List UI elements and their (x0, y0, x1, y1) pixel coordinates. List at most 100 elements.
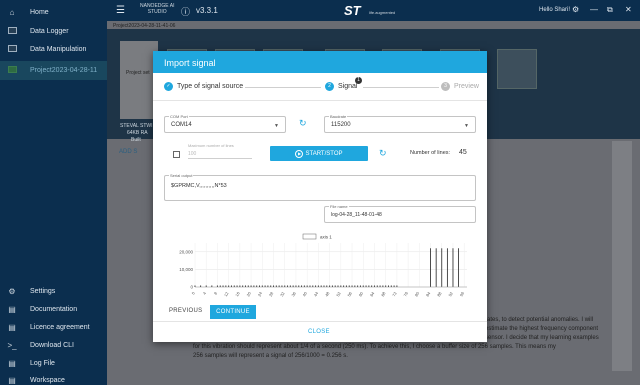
step-connector (363, 87, 439, 88)
settings-icon: ⚙ (8, 287, 16, 296)
step-card[interactable] (497, 49, 537, 89)
sidebar-item-documentation[interactable]: ▤ Documentation (0, 301, 107, 318)
com-port-select[interactable]: COM Port COM14 ▼ (164, 114, 286, 133)
x-tick-label: 28 (268, 290, 275, 297)
divider (153, 100, 487, 101)
x-tick-label: 48 (324, 290, 331, 297)
y-tick-label: 0 (190, 285, 193, 290)
sidebar-item-label: Workspace (30, 377, 65, 384)
number-of-lines-value: 45 (459, 149, 467, 156)
st-tagline: life.augmented (369, 10, 396, 15)
x-tick-label: 96 (459, 290, 466, 297)
background-text: rates, to detect potential anomalies. I … (485, 317, 599, 341)
restore-icon[interactable]: ⧉ (607, 5, 613, 15)
project-icon (5, 66, 19, 75)
x-tick-label: 92 (447, 290, 454, 297)
home-icon: ⌂ (9, 8, 15, 17)
terminal-icon: >_ (7, 341, 17, 350)
user-greeting: Hello Shari! (539, 7, 571, 13)
sidebar-item-home[interactable]: ⌂ Home (0, 4, 107, 21)
play-icon: ▶ (295, 149, 304, 158)
x-tick-label: 72 (391, 290, 398, 297)
app-version: v3.3.1 (196, 6, 218, 15)
x-tick-label: 8 (213, 290, 219, 295)
x-tick-label: 4 (202, 290, 208, 295)
baudrate-select[interactable]: Baudrate 115200 ▼ (324, 114, 476, 133)
max-lines-input[interactable]: Maximum number of lines 100 (188, 143, 252, 159)
x-tick-label: 60 (358, 290, 365, 297)
data-logger-icon (5, 27, 19, 36)
minimize-icon[interactable]: — (590, 5, 598, 14)
file-name-input[interactable]: File name log-04-28_11-48-01-48 (324, 204, 476, 223)
documentation-icon: ▤ (8, 305, 16, 314)
step-signal[interactable]: 2 Signal (325, 82, 357, 91)
sidebar-item-label: Licence agreement (30, 324, 90, 331)
x-tick-label: 56 (346, 290, 353, 297)
x-tick-label: 80 (414, 290, 421, 297)
top-bar: ☰ NANOEDGE AI STUDIO ⓘ v3.3.1 ST life.au… (107, 0, 640, 21)
step-type-of-signal-source[interactable]: ✓ Type of signal source (164, 82, 243, 91)
sidebar-item-log-file[interactable]: ▤ Log File (0, 355, 107, 372)
number-of-lines-label: Number of lines: (410, 150, 451, 156)
x-tick-label: 76 (402, 290, 409, 297)
sidebar-item-label: Data Manipulation (30, 46, 87, 53)
x-tick-label: 44 (313, 290, 320, 297)
st-logo: ST (344, 3, 361, 18)
x-tick-label: 16 (234, 290, 241, 297)
step-connector (245, 87, 321, 88)
dialog-title: Import signal (153, 51, 487, 73)
x-tick-label: 40 (301, 290, 308, 297)
sidebar-item-label: Download CLI (30, 342, 74, 349)
continue-button[interactable]: CONTINUE (210, 305, 256, 319)
sidebar-item-project[interactable]: Project2023-04-28-11 (0, 61, 107, 80)
x-tick-label: 64 (369, 290, 376, 297)
start-stop-button[interactable]: ▶ START/STOP (270, 146, 368, 161)
serial-output-field[interactable]: Serial output $GPRMC,V,,,,,,,,,,N*53 (164, 173, 476, 201)
x-tick-label: 24 (257, 290, 264, 297)
x-tick-label: 88 (436, 290, 443, 297)
sidebar-item-data-manipulation[interactable]: Data Manipulation (0, 41, 107, 58)
y-tick-label: 20,000 (179, 249, 193, 254)
sidebar-item-data-logger[interactable]: Data Logger (0, 23, 107, 40)
workspace-icon: ▤ (8, 376, 16, 385)
sidebar-item-label: Project2023-04-28-11 (30, 67, 98, 74)
x-tick-label: 68 (380, 290, 387, 297)
app-logo: NANOEDGE AI STUDIO (140, 3, 175, 15)
info-icon[interactable]: ⓘ (181, 5, 190, 18)
sidebar-item-label: Documentation (30, 306, 78, 313)
x-tick-label: 32 (279, 290, 286, 297)
close-button[interactable]: CLOSE (308, 329, 330, 335)
check-icon: ✓ (164, 82, 173, 91)
step-badge: 1 (355, 77, 362, 84)
log-file-icon: ▤ (8, 359, 16, 368)
refresh-icon[interactable]: ↻ (379, 148, 387, 159)
step-preview[interactable]: 3 Preview (441, 82, 479, 91)
user-settings-icon[interactable]: ⚙ (572, 5, 579, 14)
legend-swatch (302, 233, 317, 240)
close-icon[interactable]: ✕ (625, 5, 632, 14)
signal-chart: axis 120,00010,00000 4 8 12 16 20 24 28 32 36 40 44… (179, 233, 467, 297)
licence-icon: ▤ (8, 323, 16, 332)
sidebar-item-licence[interactable]: ▤ Licence agreement (0, 319, 107, 336)
sidebar-item-download-cli[interactable]: >_ Download CLI (0, 337, 107, 354)
y-tick-label: 10,000 (179, 267, 193, 272)
previous-button[interactable]: PREVIOUS (169, 308, 202, 314)
sidebar-item-label: Settings (30, 288, 56, 295)
x-tick-label: 84 (425, 290, 432, 297)
refresh-ports-icon[interactable]: ↻ (299, 118, 307, 129)
sidebar-item-label: Data Logger (30, 28, 69, 35)
hamburger-menu-icon[interactable]: ☰ (116, 5, 125, 16)
dropdown-arrow-icon: ▼ (274, 123, 279, 129)
sidebar-item-label: Log File (30, 360, 55, 367)
add-signal-button[interactable]: ADD S (119, 149, 137, 155)
sidebar-item-settings[interactable]: ⚙ Settings (0, 283, 107, 300)
sidebar-item-label: Home (30, 9, 49, 16)
data-manipulation-icon (5, 45, 19, 54)
sidebar-item-workspace[interactable]: ▤ Workspace (0, 372, 107, 385)
dropdown-arrow-icon: ▼ (464, 123, 469, 129)
x-tick-label: 36 (290, 290, 297, 297)
import-signal-dialog: Import signal ✓ Type of signal source 2 … (153, 51, 487, 342)
max-lines-checkbox[interactable] (173, 151, 180, 158)
x-tick-label: 12 (223, 290, 230, 297)
stepper: ✓ Type of signal source 2 Signal 1 3 Pre… (153, 77, 487, 97)
